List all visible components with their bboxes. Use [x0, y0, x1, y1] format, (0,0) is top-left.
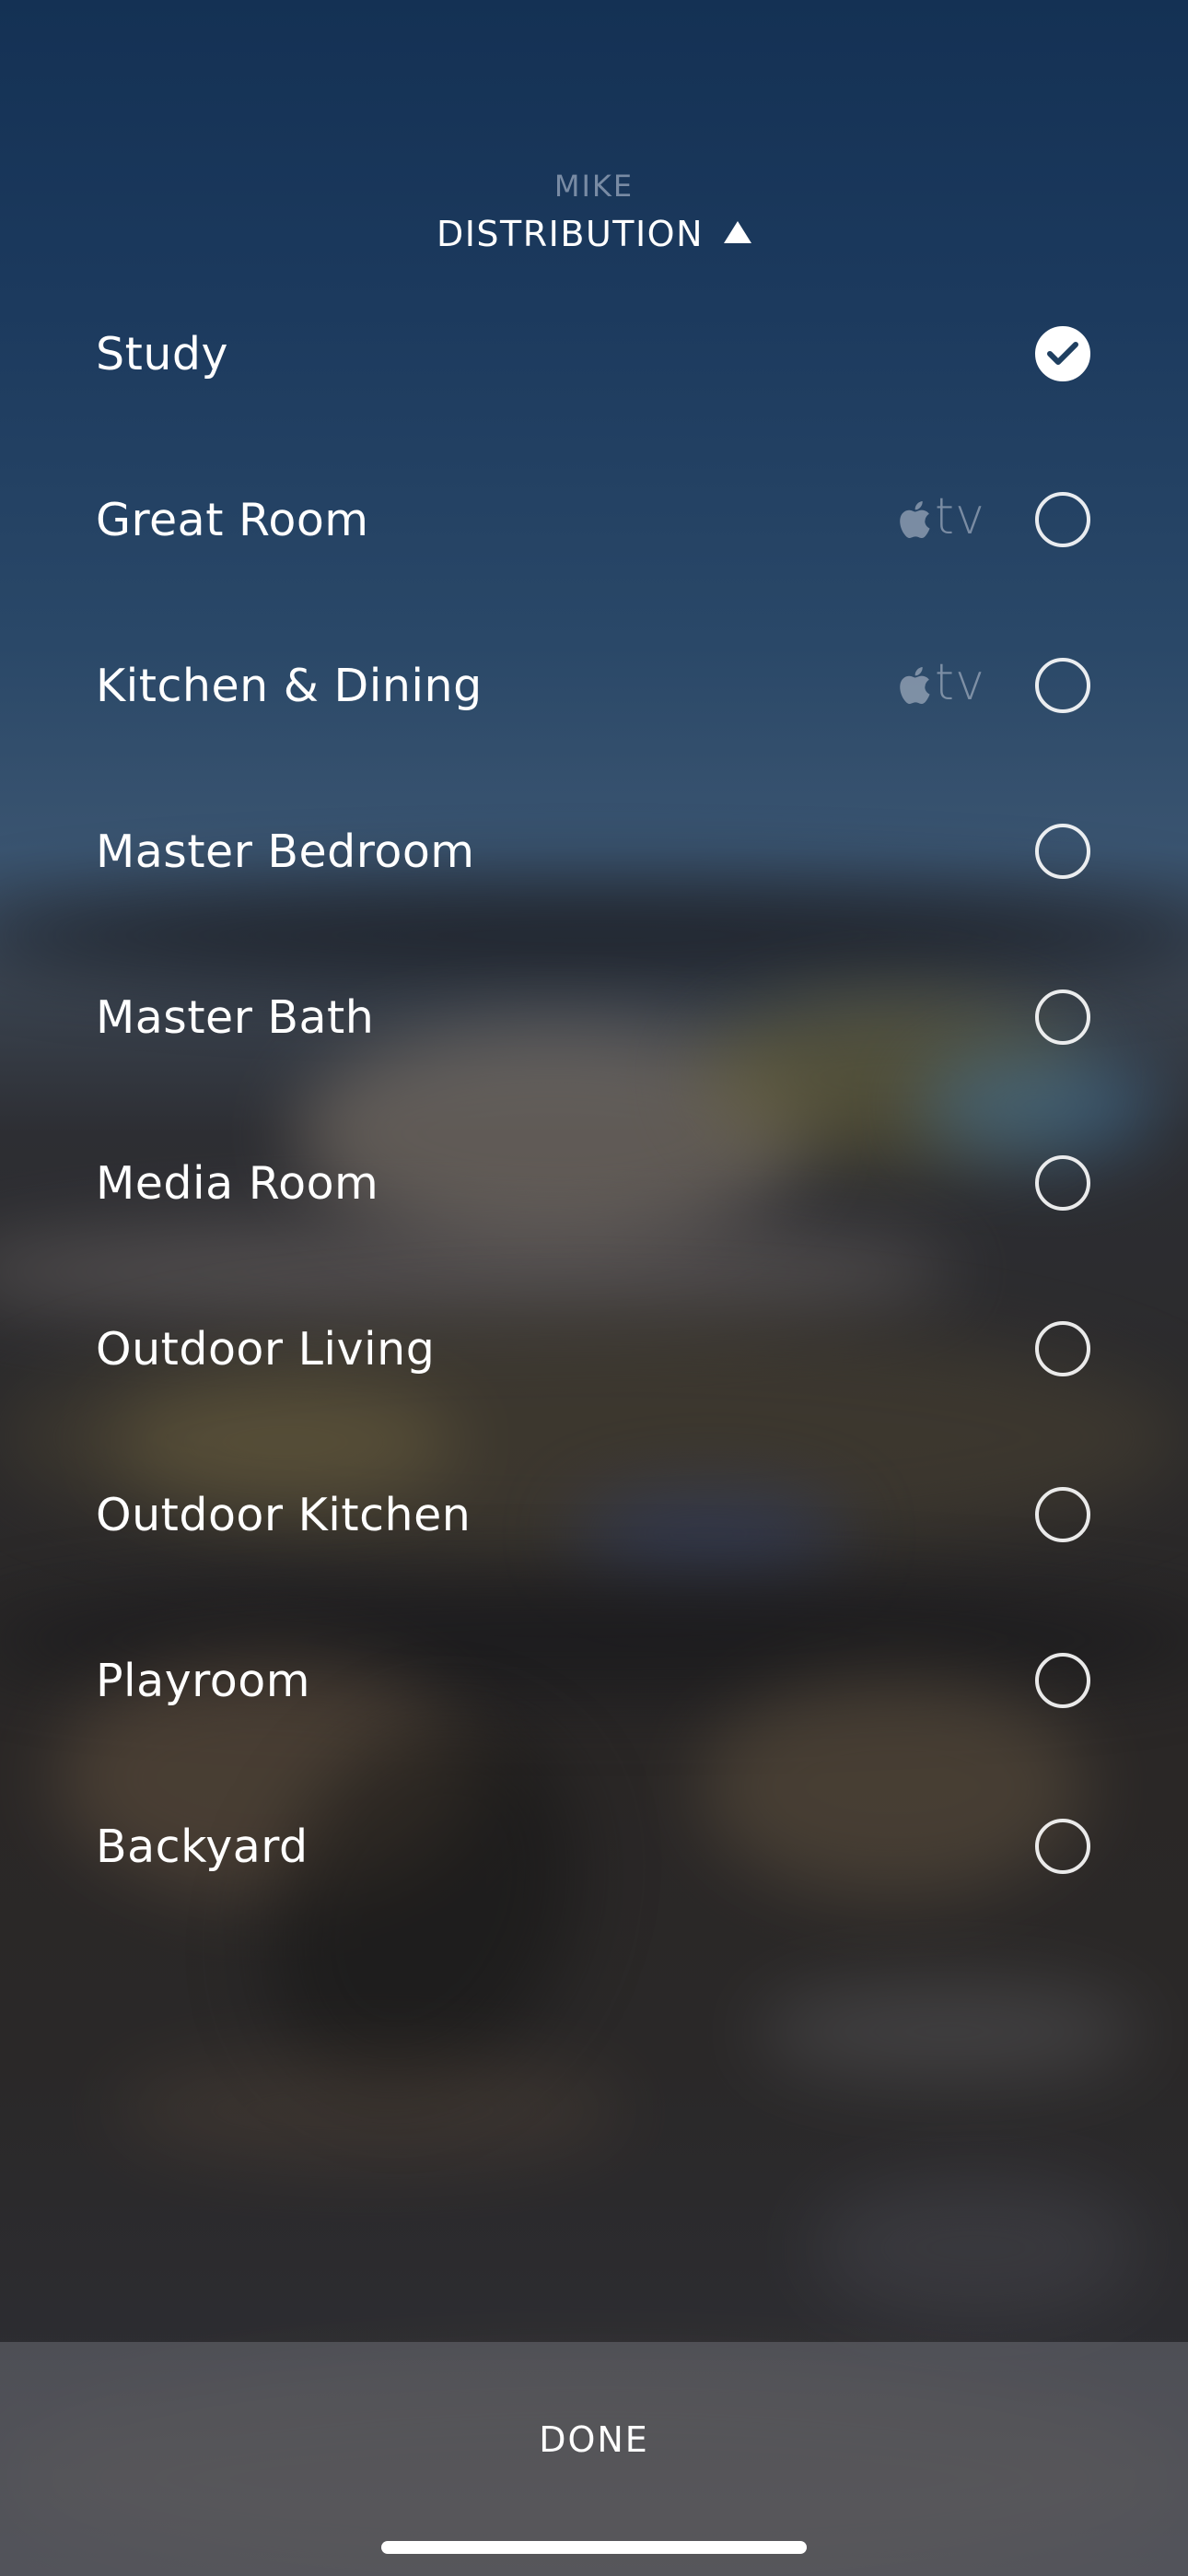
- done-button[interactable]: DONE: [0, 2419, 1188, 2460]
- room-row[interactable]: Backyard: [0, 1763, 1188, 1929]
- room-row[interactable]: Great Room tv: [0, 437, 1188, 603]
- room-row[interactable]: Outdoor Kitchen: [0, 1432, 1188, 1598]
- empty-circle-icon[interactable]: [1035, 492, 1090, 547]
- room-label: Playroom: [96, 1654, 310, 1707]
- header: MIKE DISTRIBUTION: [0, 166, 1188, 258]
- apple-tv-badge: tv: [896, 658, 985, 708]
- distribution-label: DISTRIBUTION: [436, 214, 705, 254]
- distribution-toggle[interactable]: DISTRIBUTION: [436, 210, 752, 258]
- apple-tv-badge: tv: [896, 492, 985, 542]
- triangle-up-icon: [724, 221, 752, 243]
- footer-bar: DONE: [0, 2342, 1188, 2576]
- room-label: Media Room: [96, 1156, 379, 1210]
- empty-circle-icon[interactable]: [1035, 1487, 1090, 1542]
- empty-circle-icon[interactable]: [1035, 1653, 1090, 1708]
- room-label: Kitchen & Dining: [96, 659, 483, 712]
- empty-circle-icon[interactable]: [1035, 989, 1090, 1045]
- apple-icon: [900, 501, 930, 539]
- room-label: Outdoor Kitchen: [96, 1488, 472, 1541]
- room-label: Study: [96, 327, 228, 381]
- room-list: Study Great Room tv Kitchen & Dining tv Maste…: [0, 271, 1188, 1929]
- room-row[interactable]: Outdoor Living: [0, 1266, 1188, 1432]
- room-row[interactable]: Media Room: [0, 1100, 1188, 1266]
- room-row[interactable]: Master Bath: [0, 934, 1188, 1100]
- home-indicator: [381, 2541, 807, 2554]
- empty-circle-icon[interactable]: [1035, 1321, 1090, 1376]
- room-label: Great Room: [96, 493, 369, 546]
- room-row[interactable]: Study: [0, 271, 1188, 437]
- empty-circle-icon[interactable]: [1035, 1819, 1090, 1874]
- checkmark-icon[interactable]: [1035, 326, 1090, 381]
- room-label: Master Bath: [96, 990, 375, 1044]
- room-label: Outdoor Living: [96, 1322, 436, 1376]
- empty-circle-icon[interactable]: [1035, 658, 1090, 713]
- apple-tv-text: tv: [934, 653, 985, 711]
- room-row[interactable]: Kitchen & Dining tv: [0, 603, 1188, 768]
- room-row[interactable]: Playroom: [0, 1598, 1188, 1763]
- apple-icon: [900, 667, 930, 705]
- empty-circle-icon[interactable]: [1035, 1155, 1090, 1211]
- room-label: Master Bedroom: [96, 825, 475, 878]
- user-name: MIKE: [553, 169, 635, 204]
- apple-tv-text: tv: [934, 487, 985, 545]
- empty-circle-icon[interactable]: [1035, 824, 1090, 879]
- room-label: Backyard: [96, 1820, 309, 1873]
- room-row[interactable]: Master Bedroom: [0, 768, 1188, 934]
